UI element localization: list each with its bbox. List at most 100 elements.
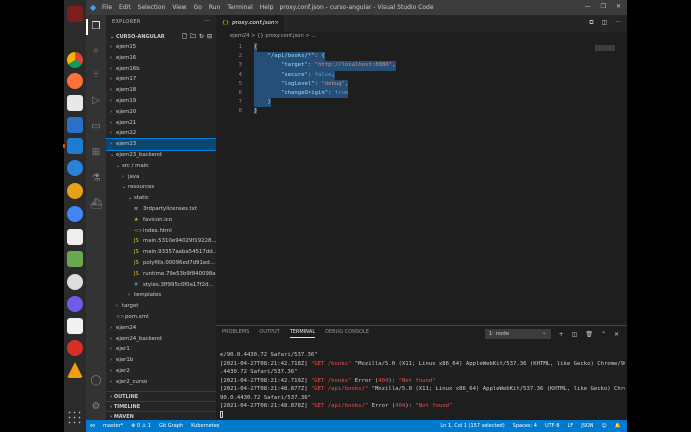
notifications-icon[interactable]: 🔔 [615,420,621,432]
timeline-section[interactable]: › TIMELINE [106,401,216,411]
maximize-panel-icon[interactable]: ⌃ [601,331,606,338]
file-item[interactable]: JS runtime.79e53b9f840098a... [106,269,216,280]
app-icon-image[interactable] [67,251,83,267]
file-item[interactable]: ★ favicon.ico [106,215,216,226]
firefox-app-icon[interactable] [67,73,83,89]
folder-item[interactable]: › java [106,172,216,183]
vscode-app-icon[interactable] [63,138,83,154]
git-branch[interactable]: master* [103,420,123,432]
file-item[interactable]: JS main.93357aaba54517dd... [106,247,216,258]
project-title[interactable]: ⌄ CURSO-ANGULAR 🗋 🗀 ↻ ⊟ [106,32,216,42]
menu-run[interactable]: Run [209,4,221,11]
terminal-app-icon[interactable] [67,6,83,22]
cursor-position[interactable]: Ln 1, Col 1 (157 selected) [440,420,504,432]
folder-item[interactable]: › ejer1b [106,355,216,366]
remote-explorer-icon[interactable]: ▭ [90,121,102,133]
menu-view[interactable]: View [172,4,186,11]
writer-app-icon[interactable] [67,117,83,133]
chromium-app-icon[interactable] [67,206,83,222]
settings-gear-icon[interactable]: ⚙ [90,401,102,413]
app-icon-purple[interactable] [67,296,83,312]
refresh-icon[interactable]: ↻ [199,32,204,42]
search-icon[interactable]: ⌕ [90,45,102,57]
open-changes-icon[interactable]: ⧉ [589,19,593,27]
close-tab-icon[interactable]: × [274,15,279,32]
menu-selection[interactable]: Selection [138,4,166,11]
maven-section[interactable]: › MAVEN [106,411,216,420]
app-icon-multicolor[interactable] [67,183,83,199]
app-icon-red-circle[interactable] [67,340,83,356]
folder-item[interactable]: ⌄ static [106,193,216,204]
folder-item[interactable]: ⌄ src / main [106,161,216,172]
menu-terminal[interactable]: Terminal [227,4,252,11]
app-icon-clock[interactable] [67,274,83,290]
minimize-icon[interactable]: — [585,3,591,10]
folder-item[interactable]: › ejem24_backend [106,334,216,345]
file-item[interactable]: <>index.html [106,226,216,237]
file-item[interactable]: <>pom.xml [106,312,216,323]
folder-item[interactable]: › ejer1 [106,344,216,355]
more-actions-icon[interactable]: ··· [204,18,210,25]
files-app-icon[interactable] [67,95,83,111]
folder-item[interactable]: › ejem22 [106,128,216,139]
chrome-app-icon[interactable] [67,52,83,68]
tab-output[interactable]: OUTPUT [259,329,279,338]
outline-section[interactable]: › OUTLINE [106,391,216,401]
encoding[interactable]: UTF-8 [545,420,560,432]
folder-item[interactable]: › ejer2 [106,366,216,377]
folder-item[interactable]: › ejem20 [106,107,216,118]
tab-debug-console[interactable]: DEBUG CONSOLE [325,329,369,338]
close-icon[interactable]: ✕ [616,3,621,10]
menu-help[interactable]: Help [260,4,274,11]
collapse-all-icon[interactable]: ⊟ [207,32,212,42]
app-icon-bookmark[interactable] [67,229,83,245]
new-file-icon[interactable]: 🗋 [182,32,187,42]
folder-item[interactable]: ⌄ ejem23_backend [106,150,216,161]
vlc-app-icon[interactable] [67,362,83,378]
terminal-output[interactable]: e/90.0.4430.72 Safari/537.36" [2021-04-27… [220,351,625,419]
tab-terminal[interactable]: TERMINAL [289,329,316,338]
docker-icon[interactable]: ⛴ [90,199,103,211]
new-terminal-icon[interactable]: + [559,331,564,338]
extensions-icon[interactable]: ⊞ [90,147,102,159]
file-item[interactable]: ≡ 3rdpartylicenses.txt [106,204,216,215]
menu-go[interactable]: Go [194,4,202,11]
show-apps-icon[interactable] [67,410,83,426]
tab-proxy-conf[interactable]: {} proxy.conf.json × [216,15,284,32]
folder-item[interactable]: ⌄ resources [106,182,216,193]
code-editor[interactable]: 1{ 2 "/api/books/*": { 3 "target": "http… [216,43,627,117]
file-item[interactable]: # styles.3ff995c0f0a17f2d... [106,280,216,291]
folder-item[interactable]: › ejem17 [106,74,216,85]
folder-item[interactable]: › ejem16 [106,53,216,64]
accounts-icon[interactable]: ◯ [90,375,102,387]
indentation[interactable]: Spaces: 4 [513,420,537,432]
close-panel-icon[interactable]: ✕ [614,331,619,338]
file-item[interactable]: JS polyfills.00096ed7d91ed... [106,258,216,269]
split-terminal-icon[interactable]: ◫ [572,331,578,338]
menu-file[interactable]: File [102,4,112,11]
explorer-icon[interactable]: ❐ [86,19,102,35]
more-actions-icon[interactable]: ··· [615,19,621,27]
kubernetes-status[interactable]: Kubernetes [191,420,219,432]
folder-item[interactable]: › ejem15 [106,42,216,53]
language-mode[interactable]: JSON [581,420,593,432]
app-icon-blue[interactable] [67,160,83,176]
line-ending[interactable]: LF [568,420,574,432]
source-control-icon[interactable]: ⑂ [90,69,102,81]
test-icon[interactable]: ⚗ [90,173,102,185]
folder-item[interactable]: › ejem21 [106,118,216,129]
menu-edit[interactable]: Edit [119,4,131,11]
folder-item[interactable]: › target [106,301,216,312]
split-editor-icon[interactable]: ◫ [602,19,608,27]
kill-terminal-icon[interactable]: 🗑 [585,331,593,338]
maximize-icon[interactable]: ❐ [601,3,606,10]
breadcrumb[interactable]: ejem24 > {} proxy.conf.json > ... [230,33,316,39]
file-item[interactable]: JS main.5310e94029f19228... [106,236,216,247]
app-icon-doc[interactable] [67,318,83,334]
remote-icon[interactable]: ⋈ [90,420,95,432]
folder-item[interactable]: › ejem23 [106,138,216,151]
tab-problems[interactable]: PROBLEMS [222,329,249,338]
folder-item[interactable]: › ejem18 [106,85,216,96]
terminal-select[interactable]: 1: node [484,329,551,339]
git-graph[interactable]: Git Graph [159,420,183,432]
